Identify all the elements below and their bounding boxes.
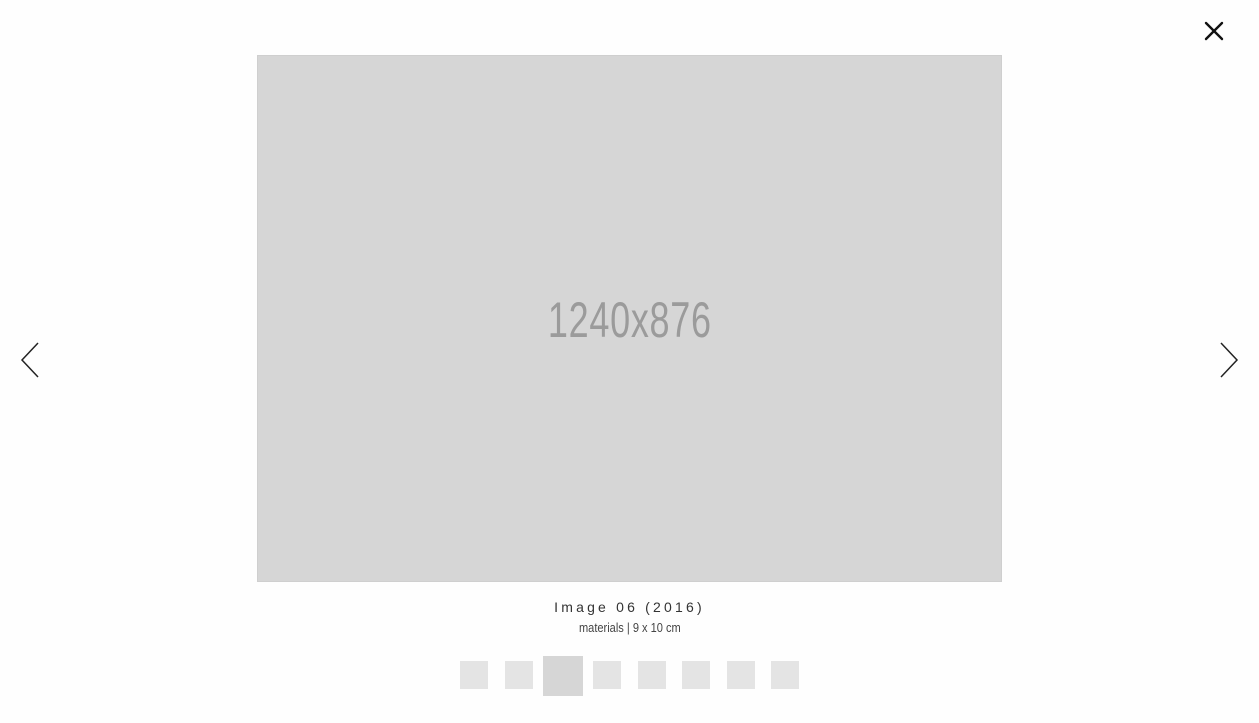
main-image[interactable]: 1240x876 [257,55,1002,582]
thumbnail[interactable] [460,661,488,689]
thumbnail[interactable] [505,661,533,689]
thumbnail-strip [0,656,1259,696]
caption-title: Image 06 (2016) [554,599,705,615]
chevron-right-icon [1220,342,1239,378]
thumbnail[interactable] [682,661,710,689]
thumbnail[interactable] [638,661,666,689]
previous-button[interactable] [18,338,42,382]
thumbnail[interactable] [593,661,621,689]
close-button[interactable] [1200,17,1228,45]
caption-subtitle: materials | 9 x 10 cm [578,620,681,635]
lightbox: 1240x876 Image 06 (2016) materials | 9 x… [0,0,1259,723]
chevron-left-icon [20,342,39,378]
thumbnail-active[interactable] [543,656,583,696]
close-icon [1204,21,1224,41]
image-caption: Image 06 (2016) materials | 9 x 10 cm [0,598,1259,637]
thumbnail[interactable] [727,661,755,689]
thumbnail[interactable] [771,661,799,689]
next-button[interactable] [1217,338,1241,382]
image-placeholder-label: 1240x876 [547,291,712,348]
